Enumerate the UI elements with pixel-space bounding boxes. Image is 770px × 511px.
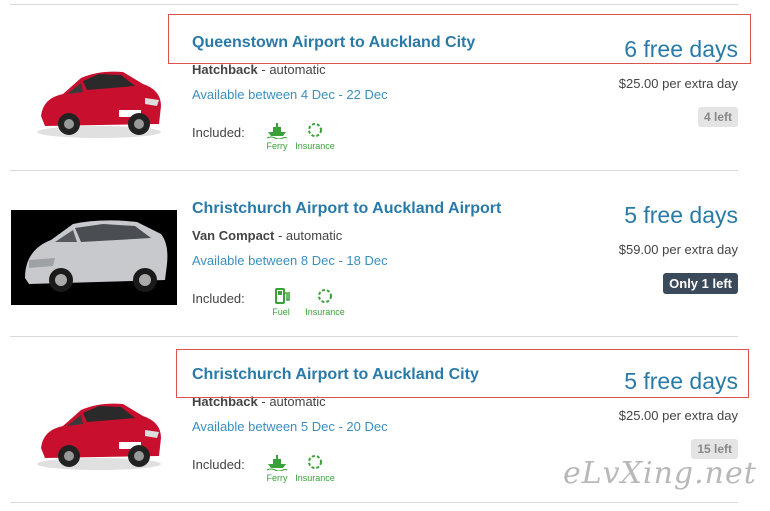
feature-insurance: Insurance bbox=[290, 453, 340, 483]
availability-dates: Available between 8 Dec - 18 Dec bbox=[192, 253, 388, 268]
extra-day-price: $25.00 per extra day bbox=[618, 408, 738, 423]
listing-title-link[interactable]: Christchurch Airport to Auckland Airport bbox=[192, 200, 501, 218]
transmission: automatic bbox=[269, 62, 326, 77]
separator: - bbox=[257, 62, 270, 77]
watermark: eLvXing.net bbox=[563, 456, 757, 491]
vehicle-class: Hatchback bbox=[192, 62, 258, 77]
feature-label: Insurance bbox=[295, 473, 335, 483]
included-label: Included: bbox=[192, 457, 245, 472]
feature-insurance: Insurance bbox=[290, 121, 340, 151]
vehicle-type: Hatchback - automatic bbox=[192, 62, 326, 77]
feature-fuel: Fuel bbox=[256, 287, 306, 317]
feature-insurance: Insurance bbox=[300, 287, 350, 317]
transmission: automatic bbox=[285, 228, 343, 243]
car-image-red-hatchback[interactable] bbox=[11, 54, 177, 148]
feature-label: Insurance bbox=[305, 307, 345, 317]
fuel-pump-icon bbox=[275, 288, 290, 304]
extra-day-price: $25.00 per extra day bbox=[618, 76, 738, 91]
ferry-icon bbox=[266, 455, 288, 471]
availability-dates: Available between 5 Dec - 20 Dec bbox=[192, 419, 388, 434]
insurance-icon bbox=[308, 123, 322, 137]
insurance-icon bbox=[318, 289, 332, 303]
ferry-icon bbox=[266, 123, 288, 139]
stock-badge: 4 left bbox=[697, 107, 738, 127]
availability-dates: Available between 4 Dec - 22 Dec bbox=[192, 87, 388, 102]
listing-card[interactable]: Christchurch Airport to Auckland Airport… bbox=[0, 170, 770, 336]
divider bbox=[10, 502, 738, 503]
included-label: Included: bbox=[192, 125, 245, 140]
vehicle-type: Van Compact - automatic bbox=[192, 228, 342, 243]
stock-badge: Only 1 left bbox=[663, 273, 738, 294]
car-image-silver-van[interactable] bbox=[11, 210, 177, 305]
feature-label: Insurance bbox=[295, 141, 335, 151]
feature-label: Fuel bbox=[272, 307, 290, 317]
separator: - bbox=[274, 228, 286, 243]
free-days: 5 free days bbox=[624, 202, 738, 228]
vehicle-class: Van Compact bbox=[192, 228, 275, 243]
extra-day-price: $59.00 per extra day bbox=[618, 242, 738, 257]
car-image-red-hatchback[interactable] bbox=[11, 386, 177, 480]
highlight-box bbox=[176, 349, 749, 398]
included-label: Included: bbox=[192, 291, 245, 306]
insurance-icon bbox=[308, 455, 322, 469]
highlight-box bbox=[168, 14, 751, 64]
